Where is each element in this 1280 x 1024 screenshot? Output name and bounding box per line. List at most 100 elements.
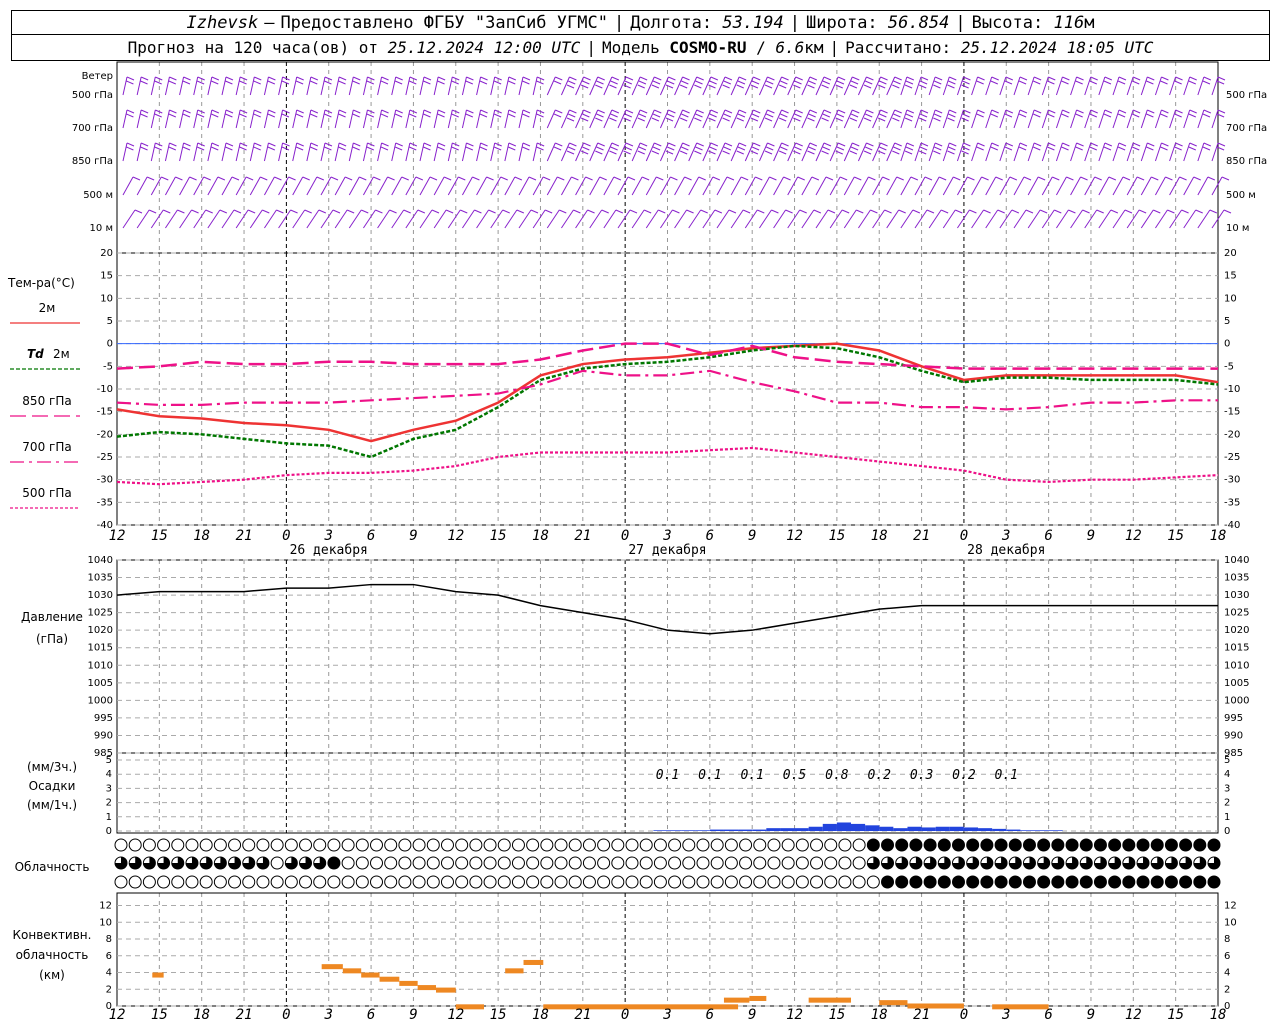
hour-tick-top: 0 bbox=[960, 528, 968, 544]
wind-flag bbox=[906, 76, 915, 81]
wind-barb bbox=[971, 76, 979, 96]
cloud-clear bbox=[824, 856, 838, 870]
precip-label: Осадки bbox=[29, 779, 76, 793]
wind-flag bbox=[1018, 80, 1027, 85]
wind-flag bbox=[961, 150, 969, 155]
wind-flag bbox=[395, 109, 403, 114]
wind-flag bbox=[737, 80, 746, 85]
wind-flag bbox=[1217, 109, 1226, 114]
wind-flag bbox=[380, 113, 389, 118]
wind-flag bbox=[479, 146, 488, 151]
wind-barb bbox=[405, 76, 411, 96]
wind-flag bbox=[904, 150, 913, 155]
cloud-clear bbox=[824, 838, 838, 852]
cloud-clear bbox=[483, 875, 497, 889]
wind-barb bbox=[235, 109, 241, 129]
cloud-clear bbox=[653, 838, 667, 852]
wind-flag bbox=[714, 209, 723, 214]
wind-flag bbox=[652, 80, 661, 85]
wind-barb bbox=[490, 76, 496, 96]
wind-barb bbox=[730, 209, 744, 229]
wind-flag bbox=[991, 109, 999, 114]
cloud-clear bbox=[341, 875, 355, 889]
wind-barb bbox=[1155, 209, 1168, 229]
wind-barb bbox=[914, 76, 922, 96]
hour-tick-top: 18 bbox=[532, 528, 549, 544]
wind-flag bbox=[580, 84, 589, 89]
wind-flag bbox=[268, 76, 276, 81]
wind-flag bbox=[1052, 176, 1060, 181]
wind-flag bbox=[1167, 209, 1175, 214]
temp-tick-left: -25 bbox=[97, 452, 113, 463]
wind-flag bbox=[919, 80, 928, 85]
wind-barb bbox=[645, 209, 659, 229]
wind-flag bbox=[880, 142, 888, 147]
wind-flag bbox=[822, 80, 830, 85]
wind-flag bbox=[963, 76, 971, 81]
legend-t500-label: 500 гПа bbox=[22, 486, 71, 500]
wind-flag bbox=[1189, 109, 1197, 114]
wind-barb bbox=[546, 209, 560, 229]
wind-barb bbox=[362, 76, 368, 96]
wind-barb bbox=[447, 76, 453, 96]
cloud-clear bbox=[469, 875, 483, 889]
wind-flag bbox=[310, 109, 319, 114]
wind-barb bbox=[561, 209, 574, 229]
wind-flag bbox=[807, 117, 815, 122]
conv-tick-right: 6 bbox=[1224, 951, 1230, 962]
wind-flag bbox=[366, 80, 375, 85]
wind-flag bbox=[182, 146, 191, 151]
wind-flag bbox=[983, 209, 991, 214]
cloud-clear bbox=[682, 838, 696, 852]
wind-barb bbox=[207, 209, 221, 229]
wind-flag bbox=[568, 80, 576, 85]
wind-flag bbox=[821, 84, 829, 89]
wind-barb bbox=[207, 76, 213, 96]
cloud-clear bbox=[739, 875, 753, 889]
wind-barb bbox=[900, 209, 914, 229]
wind-barb bbox=[1169, 142, 1177, 162]
wind-flag bbox=[1202, 80, 1211, 85]
cloud-clear bbox=[540, 856, 554, 870]
wind-barb bbox=[263, 76, 269, 96]
wind-flag bbox=[140, 113, 148, 118]
pressure-tick-right: 1005 bbox=[1224, 678, 1249, 689]
wind-barb bbox=[1140, 142, 1148, 162]
wind-flag bbox=[183, 109, 191, 114]
wind-flag bbox=[892, 84, 900, 89]
wind-flag bbox=[624, 80, 632, 85]
hour-tick-top: 12 bbox=[447, 528, 464, 544]
hour-tick-bottom: 15 bbox=[1167, 1007, 1184, 1023]
hour-tick-bottom: 15 bbox=[151, 1007, 168, 1023]
wind-flag bbox=[1117, 146, 1126, 151]
wind-flag bbox=[587, 209, 595, 214]
wind-flag bbox=[836, 113, 845, 118]
wind-flag bbox=[736, 84, 744, 89]
wind-flag bbox=[1122, 176, 1131, 181]
cloud-label: Облачность bbox=[15, 860, 90, 874]
precip-bar bbox=[1020, 830, 1035, 831]
wind-flag bbox=[338, 113, 346, 118]
wind-flag bbox=[837, 142, 846, 147]
wind-flag bbox=[668, 109, 676, 114]
temp-tick-left: -35 bbox=[97, 497, 113, 508]
wind-flag bbox=[1161, 76, 1169, 81]
wind-flag bbox=[976, 80, 984, 85]
wind-flag bbox=[651, 84, 660, 89]
wind-flag bbox=[479, 113, 488, 118]
wind-flag bbox=[267, 80, 276, 85]
cloud-clear bbox=[483, 856, 497, 870]
wind-barb bbox=[1027, 142, 1035, 162]
cloud-clear bbox=[739, 838, 753, 852]
cloud-overcast bbox=[909, 838, 923, 852]
wind-flag bbox=[1047, 80, 1055, 85]
wind-barb bbox=[490, 109, 496, 129]
wind-barb bbox=[1183, 76, 1191, 96]
wind-flag bbox=[1104, 142, 1113, 147]
wind-barb bbox=[928, 109, 936, 129]
wind-flag bbox=[995, 176, 1003, 181]
pressure-tick-right: 995 bbox=[1224, 713, 1243, 724]
cloud-clear bbox=[299, 875, 313, 889]
wind-barb bbox=[1098, 209, 1112, 229]
wind-flag bbox=[566, 84, 575, 89]
